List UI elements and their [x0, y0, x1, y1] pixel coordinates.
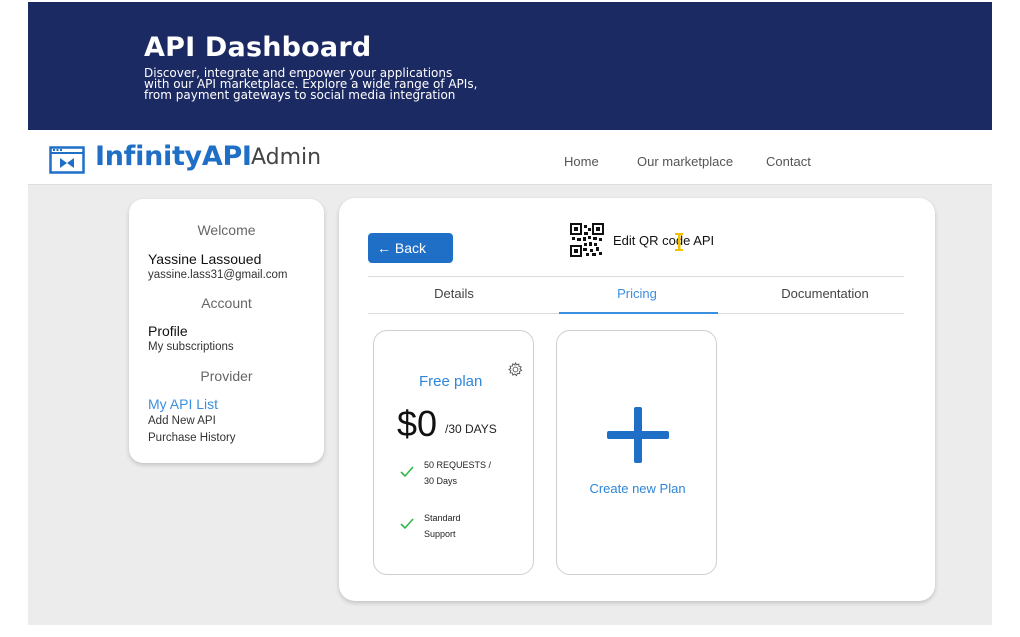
back-button[interactable]: ← Back: [368, 233, 453, 263]
nav-link-marketplace[interactable]: Our marketplace: [637, 154, 733, 169]
create-plan-card[interactable]: Create new Plan: [556, 330, 717, 575]
user-email: yassine.lass31@gmail.com: [148, 269, 288, 281]
check-icon: [400, 518, 414, 530]
hero-description-line: from payment gateways to social media in…: [144, 88, 456, 102]
sidebar-welcome-heading: Welcome: [197, 222, 256, 238]
user-name: Yassine Lassoued: [148, 251, 262, 267]
sidebar-provider-heading: Provider: [200, 368, 253, 384]
top-navbar: InfinityAPI Admin Home Our marketplace C…: [28, 130, 992, 185]
logo-suffix: Admin: [251, 145, 322, 170]
tab-divider-top: [368, 276, 904, 277]
check-icon: [400, 466, 414, 478]
sidebar-item-profile[interactable]: Profile: [148, 323, 188, 339]
create-plan-label: Create new Plan: [589, 481, 686, 496]
tab-pricing[interactable]: Pricing: [567, 286, 707, 301]
sidebar-item-api-list[interactable]: My API List: [148, 396, 218, 412]
plan-feature-line: 50 REQUESTS /: [424, 460, 492, 470]
tab-details[interactable]: Details: [384, 286, 524, 301]
plan-feature: 50 REQUESTS / 30 Days: [424, 457, 491, 489]
sidebar-item-subscriptions[interactable]: My subscriptions: [148, 341, 234, 353]
qr-code-icon: [570, 223, 604, 257]
gear-icon[interactable]: [508, 362, 523, 377]
hero-title: API Dashboard: [144, 32, 372, 63]
plan-feature: Standard Support: [424, 510, 461, 542]
plan-feature-line: Standard: [424, 513, 461, 523]
plan-price: $0: [397, 403, 438, 444]
plan-period: /30 DAYS: [445, 422, 497, 436]
sidebar-item-purchase-history[interactable]: Purchase History: [148, 432, 236, 444]
sidebar-account-heading: Account: [201, 295, 252, 311]
api-window-icon: [49, 146, 85, 174]
nav-link-contact[interactable]: Contact: [766, 154, 811, 169]
api-edit-panel: ← Back Edit QR code API Details Pricing …: [339, 198, 935, 601]
sidebar: Welcome Yassine Lassoued yassine.lass31@…: [129, 199, 324, 463]
plan-name: Free plan: [419, 373, 483, 390]
sidebar-item-add-api[interactable]: Add New API: [148, 415, 216, 427]
active-tab-indicator: [559, 312, 718, 314]
plan-feature-line: Support: [424, 529, 456, 539]
logo-text[interactable]: InfinityAPI: [95, 141, 252, 172]
nav-link-home[interactable]: Home: [564, 154, 599, 169]
text-cursor-icon: [675, 233, 683, 251]
hero-description: Discover, integrate and empower your app…: [144, 67, 524, 102]
tab-documentation[interactable]: Documentation: [755, 286, 895, 301]
api-title: Edit QR code API: [613, 233, 715, 248]
plan-card[interactable]: Free plan $0 /30 DAYS 50 REQUESTS / 30 D…: [373, 330, 534, 575]
plus-icon: [607, 407, 669, 463]
plan-feature-line: 30 Days: [424, 476, 458, 486]
hero-banner: API Dashboard Discover, integrate and em…: [28, 2, 992, 130]
